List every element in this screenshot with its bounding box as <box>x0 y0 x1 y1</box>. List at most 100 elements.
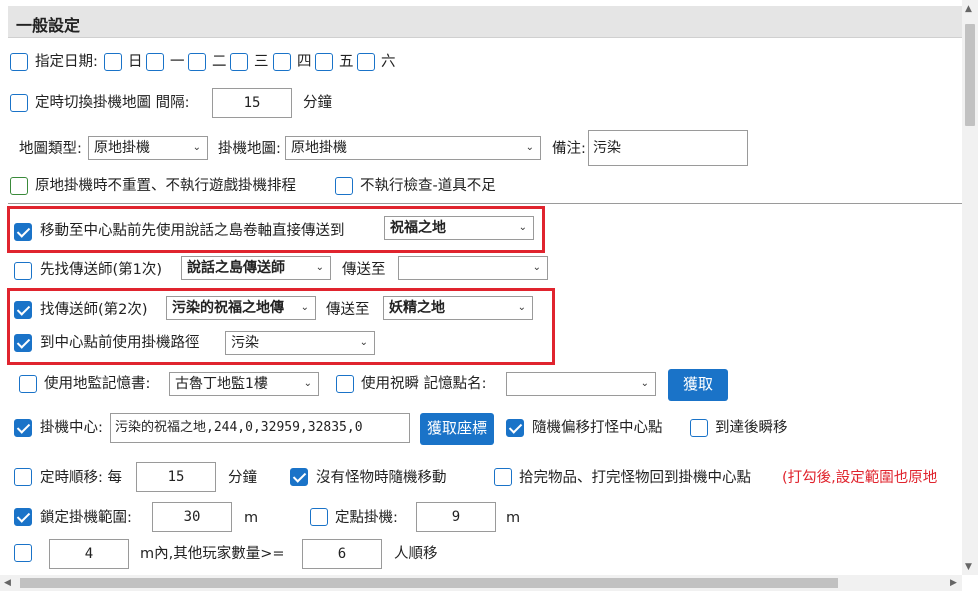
interval-input[interactable]: 15 <box>212 88 292 118</box>
player-range-input[interactable]: 4 <box>49 539 129 569</box>
fixed-point-checkbox[interactable] <box>310 508 328 526</box>
assign-date-checkbox[interactable] <box>10 53 28 71</box>
chevron-down-icon: ⌄ <box>300 302 309 313</box>
first-teleport-to-select[interactable]: ⌄ <box>398 256 548 280</box>
day-sun-checkbox[interactable] <box>104 53 122 71</box>
second-teleport-to-select[interactable]: 妖精之地 ⌄ <box>383 296 533 320</box>
teleport-scroll-checkbox[interactable] <box>14 223 32 241</box>
teleport-destination-value: 祝福之地 <box>390 220 446 236</box>
interval-unit: 分鐘 <box>303 95 332 111</box>
fetch-button[interactable]: 獲取 <box>668 369 728 401</box>
first-teleporter-checkbox[interactable] <box>14 262 32 280</box>
scroll-up-icon[interactable]: ▲ <box>965 4 972 14</box>
timed-move-input[interactable]: 15 <box>136 462 216 492</box>
path-value: 污染 <box>231 335 259 351</box>
section-header: 一般設定 <box>8 6 962 38</box>
use-book-checkbox[interactable] <box>19 375 37 393</box>
map-type-select[interactable]: 原地掛機 ⌄ <box>88 136 208 160</box>
day-sun-label: 日 <box>128 54 143 70</box>
center-checkbox[interactable] <box>14 419 32 437</box>
chevron-down-icon: ⌄ <box>518 222 527 233</box>
timed-move-checkbox[interactable] <box>14 468 32 486</box>
timed-move-label: 定時順移: 每 <box>40 470 122 486</box>
center-label: 掛機中心: <box>40 420 103 436</box>
horizontal-scroll-thumb[interactable] <box>20 578 838 588</box>
second-teleport-to-label: 傳送至 <box>326 302 370 318</box>
timed-move-unit: 分鐘 <box>228 470 257 486</box>
lock-range-checkbox[interactable] <box>14 508 32 526</box>
no-check-label: 不執行檢查-道具不足 <box>360 178 496 194</box>
fixed-point-input[interactable]: 9 <box>416 502 496 532</box>
chevron-down-icon: ⌄ <box>315 262 324 273</box>
day-sat-checkbox[interactable] <box>357 53 375 71</box>
second-teleport-to-value: 妖精之地 <box>389 300 445 316</box>
second-teleporter-value: 污染的祝福之地傳 <box>172 300 284 316</box>
day-sat-label: 六 <box>381 54 396 70</box>
use-book-label: 使用地監記憶書: <box>44 376 151 392</box>
no-reset-checkbox[interactable] <box>10 177 28 195</box>
divider <box>8 203 962 204</box>
day-mon-checkbox[interactable] <box>146 53 164 71</box>
teleport-after-label: 到達後瞬移 <box>715 420 788 436</box>
note-label: 備注: <box>552 141 586 157</box>
scroll-down-icon[interactable]: ▼ <box>965 562 972 572</box>
teleport-after-checkbox[interactable] <box>690 419 708 437</box>
day-fri-label: 五 <box>339 54 354 70</box>
no-check-checkbox[interactable] <box>335 177 353 195</box>
chevron-down-icon: ⌄ <box>640 378 649 389</box>
lock-range-input[interactable]: 30 <box>152 502 232 532</box>
chevron-down-icon: ⌄ <box>532 262 541 273</box>
first-teleporter-select[interactable]: 說話之島傳送師 ⌄ <box>181 256 331 280</box>
chevron-down-icon: ⌄ <box>525 142 534 153</box>
path-select[interactable]: 污染 ⌄ <box>225 331 375 355</box>
chevron-down-icon: ⌄ <box>359 337 368 348</box>
chevron-down-icon: ⌄ <box>303 378 312 389</box>
return-center-checkbox[interactable] <box>494 468 512 486</box>
day-tue-checkbox[interactable] <box>188 53 206 71</box>
player-count-input[interactable]: 6 <box>302 539 382 569</box>
assign-date-label: 指定日期: <box>35 54 98 70</box>
random-offset-checkbox[interactable] <box>506 419 524 437</box>
book-select[interactable]: 古魯丁地監1樓 ⌄ <box>169 372 319 396</box>
scroll-left-icon[interactable]: ◀ <box>4 578 11 588</box>
timer-switch-checkbox[interactable] <box>10 94 28 112</box>
chevron-down-icon: ⌄ <box>192 142 201 153</box>
random-move-label: 沒有怪物時隨機移動 <box>316 470 447 486</box>
chevron-down-icon: ⌄ <box>517 302 526 313</box>
teleport-destination-select[interactable]: 祝福之地 ⌄ <box>384 216 534 240</box>
section-title: 一般設定 <box>16 16 81 35</box>
day-thu-label: 四 <box>297 54 312 70</box>
note-input[interactable]: 污染 <box>588 130 748 166</box>
day-wed-label: 三 <box>254 54 269 70</box>
get-coords-button[interactable]: 獲取座標 <box>420 413 494 445</box>
use-path-checkbox[interactable] <box>14 334 32 352</box>
hang-map-value: 原地掛機 <box>291 140 347 156</box>
player-range-label: m內,其他玩家數量>= <box>140 546 285 562</box>
first-teleport-to-label: 傳送至 <box>342 262 386 278</box>
book-value: 古魯丁地監1樓 <box>175 376 268 392</box>
bless-select[interactable]: ⌄ <box>506 372 656 396</box>
player-count-checkbox[interactable] <box>14 544 32 562</box>
hang-map-select[interactable]: 原地掛機 ⌄ <box>285 136 541 160</box>
random-move-checkbox[interactable] <box>290 468 308 486</box>
use-path-label: 到中心點前使用掛機路徑 <box>40 335 200 351</box>
people-label: 人順移 <box>394 546 438 562</box>
vertical-scroll-thumb[interactable] <box>965 24 975 126</box>
scroll-right-icon[interactable]: ▶ <box>950 578 957 588</box>
day-wed-checkbox[interactable] <box>230 53 248 71</box>
lock-range-label: 鎖定掛機範圍: <box>40 510 132 526</box>
day-fri-checkbox[interactable] <box>315 53 333 71</box>
fixed-point-label: 定點掛機: <box>335 510 398 526</box>
second-teleporter-select[interactable]: 污染的祝福之地傳 ⌄ <box>166 296 316 320</box>
lock-range-unit: m <box>244 510 259 526</box>
use-bless-checkbox[interactable] <box>336 375 354 393</box>
second-teleporter-checkbox[interactable] <box>14 301 32 319</box>
fixed-point-unit: m <box>506 510 521 526</box>
first-teleporter-value: 說話之島傳送師 <box>187 260 285 276</box>
day-thu-checkbox[interactable] <box>273 53 291 71</box>
map-type-value: 原地掛機 <box>94 140 150 156</box>
return-center-label: 拾完物品、打完怪物回到掛機中心點 <box>519 470 751 486</box>
center-input[interactable]: 污染的祝福之地,244,0,32959,32835,0 <box>110 413 410 443</box>
hang-map-label: 掛機地圖: <box>218 141 281 157</box>
teleport-scroll-label: 移動至中心點前先使用說話之島卷軸直接傳送到 <box>40 223 345 239</box>
